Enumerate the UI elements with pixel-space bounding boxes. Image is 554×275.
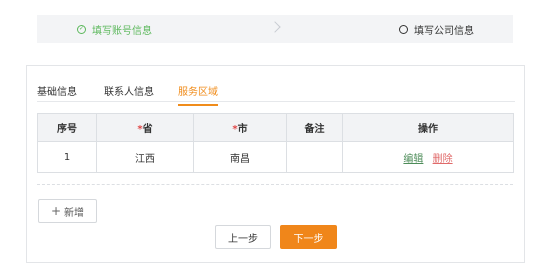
chevron-right-icon: [269, 21, 281, 33]
service-area-table: 序号 *省 *市 备注 操作 1 江西 南昌 编辑 删除: [37, 113, 514, 173]
cell-index: 1: [37, 141, 97, 173]
cell-province: 江西: [96, 141, 194, 173]
cell-note: [286, 141, 343, 173]
tab-service-area[interactable]: 服务区域: [178, 83, 218, 106]
header-index: 序号: [37, 113, 97, 142]
company-info-card: 基础信息 联系人信息 服务区域 序号 *省 *市 备注 操作 1 江西 南昌 编…: [26, 65, 525, 263]
header-note: 备注: [286, 113, 343, 142]
tab-basic-info[interactable]: 基础信息: [37, 83, 77, 104]
check-circle-icon: ✓: [77, 24, 86, 34]
cell-city: 南昌: [193, 141, 287, 173]
add-row-button[interactable]: + 新增: [38, 199, 97, 223]
step-progress-bar: ✓ 填写账号信息 填写公司信息: [37, 15, 513, 43]
step-account-info: ✓ 填写账号信息: [77, 15, 152, 43]
add-row-button-label: 新增: [64, 207, 85, 219]
tab-contact-info[interactable]: 联系人信息: [104, 83, 154, 104]
plus-icon: +: [50, 204, 62, 218]
circle-icon: [399, 24, 408, 34]
next-step-button[interactable]: 下一步: [280, 225, 337, 249]
table-header-row: 序号 *省 *市 备注 操作: [37, 113, 514, 142]
cell-actions: 编辑 删除: [342, 141, 514, 173]
previous-step-button-label: 上一步: [228, 233, 258, 245]
dashed-divider: [37, 184, 513, 185]
table-row: 1 江西 南昌 编辑 删除: [37, 141, 514, 173]
header-city: *市: [193, 113, 287, 142]
header-province: *省: [96, 113, 194, 142]
tab-bar: 基础信息 联系人信息 服务区域: [37, 78, 515, 106]
previous-step-button[interactable]: 上一步: [215, 225, 271, 249]
next-step-button-label: 下一步: [293, 233, 324, 245]
page: ✓ 填写账号信息 填写公司信息 基础信息 联系人信息 服务区域 序号 *省 *市…: [0, 0, 554, 275]
step-account-info-label: 填写账号信息: [92, 25, 152, 37]
edit-link[interactable]: 编辑: [403, 154, 423, 165]
delete-link[interactable]: 删除: [433, 154, 453, 165]
step-company-info-label: 填写公司信息: [414, 25, 474, 37]
step-company-info: 填写公司信息: [399, 15, 474, 43]
header-actions: 操作: [342, 113, 514, 142]
